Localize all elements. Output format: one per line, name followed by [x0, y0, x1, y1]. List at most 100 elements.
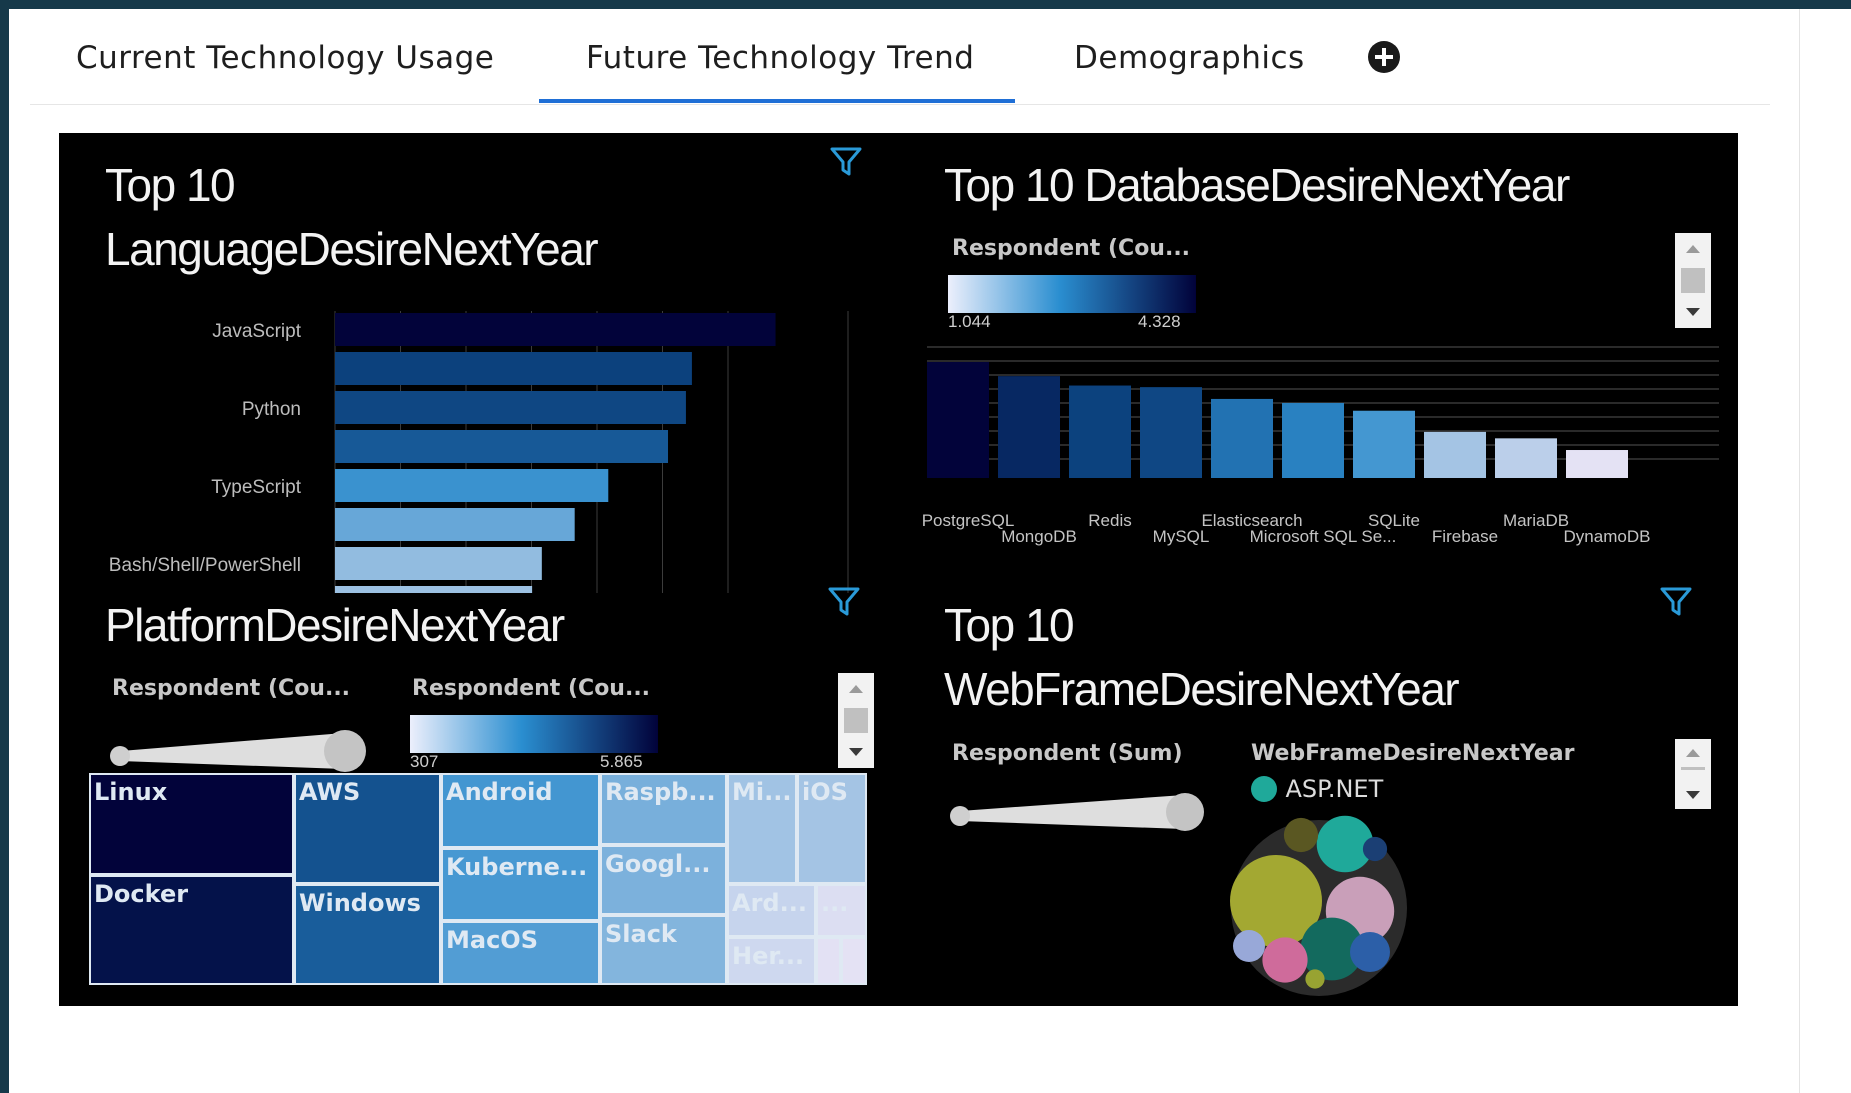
treemap-tile[interactable]: ... — [816, 884, 867, 937]
treemap-tile[interactable]: iOS — [797, 773, 867, 884]
bubble[interactable] — [1233, 930, 1265, 962]
webframe-legend-scrollbar[interactable] — [1675, 739, 1711, 809]
treemap-tile[interactable]: AWS — [294, 773, 441, 884]
language-chart-title-line2: LanguageDesireNextYear — [105, 223, 599, 275]
treemap-tile-label: Mi... — [732, 778, 792, 806]
bar[interactable] — [927, 362, 989, 478]
bar[interactable] — [335, 508, 575, 541]
legend-swatch — [1251, 776, 1277, 802]
treemap-tile[interactable]: Ard... — [727, 884, 816, 937]
platform-legend-scrollbar[interactable] — [838, 673, 874, 768]
platform-size-legend: 307 5,865 — [110, 730, 366, 772]
treemap-tile-label: Googl... — [605, 850, 711, 878]
database-legend-label: Respondent (Cou... — [952, 236, 1191, 261]
bar[interactable] — [1069, 385, 1131, 478]
add-tab-icon[interactable] — [1367, 40, 1401, 74]
treemap-tile[interactable]: Her... — [727, 937, 816, 985]
language-chart-title-line1: Top 10 — [105, 159, 236, 211]
filter-icon[interactable] — [829, 145, 863, 179]
database-legend-min: 1,044 — [948, 312, 991, 327]
category-label: SQLite — [1368, 511, 1420, 530]
right-gutter — [1799, 9, 1851, 1093]
bar[interactable] — [335, 469, 609, 502]
filter-icon[interactable] — [1659, 585, 1693, 619]
treemap-tile[interactable] — [816, 937, 841, 985]
bubble[interactable] — [1262, 937, 1308, 983]
category-label: Redis — [1088, 511, 1131, 530]
webframe-size-legend-label: Respondent (Sum) — [952, 741, 1183, 766]
treemap-tile[interactable]: Mi... — [727, 773, 797, 884]
treemap-tile-label: Slack — [605, 920, 677, 948]
database-legend-max: 4,328 — [1138, 312, 1181, 327]
category-label: JavaScript — [212, 321, 301, 342]
treemap-tile-label: Her... — [732, 942, 805, 970]
bar[interactable] — [1424, 431, 1486, 478]
bar[interactable] — [1211, 398, 1273, 478]
webframe-chart-title-line1: Top 10 — [944, 599, 1075, 651]
bar[interactable] — [335, 352, 692, 385]
treemap-tile[interactable]: Docker — [89, 875, 294, 985]
bubble[interactable] — [1350, 932, 1390, 972]
bar[interactable] — [335, 313, 776, 346]
bubble[interactable] — [1283, 817, 1319, 853]
platform-chart-title: PlatformDesireNextYear — [105, 599, 565, 651]
tab-demographics[interactable]: Demographics — [1074, 40, 1305, 84]
filter-icon[interactable] — [827, 585, 861, 619]
treemap-tile-label: Raspb... — [605, 778, 716, 806]
category-label: Python — [242, 399, 301, 420]
webframe-legend-item: ASP.NET — [1251, 775, 1383, 805]
database-bar-chart: PostgreSQLMongoDBRedisMySQLElasticsearch… — [922, 346, 1719, 546]
database-color-legend: 1,044 4,328 — [948, 275, 1196, 327]
bar[interactable] — [335, 391, 686, 424]
bar[interactable] — [1495, 438, 1557, 478]
bar[interactable] — [1353, 410, 1415, 478]
treemap-tile-label: iOS — [802, 778, 848, 806]
bar[interactable] — [335, 547, 542, 580]
language-bar-chart: JavaScript Python TypeScript Bash/Shell/Pow… — [109, 311, 849, 593]
treemap-tile[interactable] — [841, 937, 867, 985]
treemap-tile-label: Linux — [94, 778, 168, 806]
active-tab-indicator — [539, 99, 1015, 103]
platform-color-legend-min: 307 — [410, 752, 438, 767]
category-label: DynamoDB — [1564, 527, 1651, 546]
category-label: MongoDB — [1001, 527, 1077, 546]
tab-future-technology-trend[interactable]: Future Technology Trend — [586, 40, 974, 84]
bar[interactable] — [335, 430, 669, 463]
webframe-size-legend — [950, 793, 1204, 831]
webframe-legend-item-label: ASP.NET — [1285, 775, 1384, 803]
category-label: MariaDB — [1503, 511, 1569, 530]
webframe-bubble-chart — [1230, 815, 1407, 996]
platform-color-legend: 307 5,865 — [410, 715, 658, 767]
bar[interactable] — [335, 586, 533, 593]
tab-current-technology-usage[interactable]: Current Technology Usage — [76, 40, 494, 84]
database-chart-title: Top 10 DatabaseDesireNextYear — [944, 159, 1570, 211]
bar[interactable] — [1282, 402, 1344, 478]
treemap-tile[interactable]: Linux — [89, 773, 294, 875]
dashboard-canvas: Top 10 LanguageDesireNextYear JavaScript… — [59, 133, 1738, 1006]
category-label: Firebase — [1432, 527, 1498, 546]
treemap-tile-label: Ard... — [732, 889, 807, 917]
treemap-tile-label: Android — [446, 778, 553, 806]
platform-size-legend-label: Respondent (Cou... — [112, 676, 351, 701]
treemap-tile[interactable]: Googl... — [600, 845, 727, 915]
category-label: Bash/Shell/PowerShell — [109, 555, 301, 576]
treemap-tile-label: Windows — [299, 889, 421, 917]
treemap-tile[interactable]: MacOS — [441, 921, 600, 985]
treemap-tile[interactable]: Android — [441, 773, 600, 848]
platform-treemap: Linux Docker AWS Windows Android Kuberne... Ma… — [89, 773, 873, 985]
treemap-tile-label: ... — [821, 889, 849, 917]
treemap-tile[interactable]: Slack — [600, 915, 727, 985]
database-legend-scrollbar[interactable] — [1675, 233, 1711, 328]
treemap-tile[interactable]: Kuberne... — [441, 848, 600, 921]
bubble[interactable] — [1362, 836, 1388, 862]
bar[interactable] — [998, 376, 1060, 478]
platform-color-legend-max: 5,865 — [600, 752, 643, 767]
treemap-tile-label: Docker — [94, 880, 189, 908]
platform-color-legend-label: Respondent (Cou... — [412, 676, 651, 701]
treemap-tile[interactable]: Raspb... — [600, 773, 727, 845]
treemap-tile-label: MacOS — [446, 926, 538, 954]
bubble[interactable] — [1305, 969, 1325, 989]
treemap-tile[interactable]: Windows — [294, 884, 441, 985]
bar[interactable] — [1140, 387, 1202, 478]
bar[interactable] — [1566, 450, 1628, 478]
